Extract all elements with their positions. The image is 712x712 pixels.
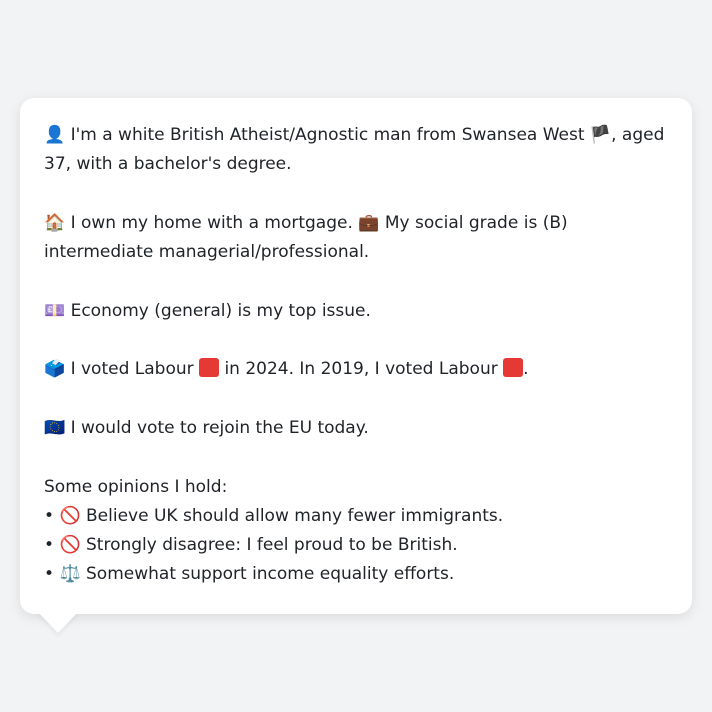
ballot-box-icon: 🗳️: [44, 359, 66, 380]
top-issue-text: Economy (general) is my top issue.: [70, 300, 371, 321]
eu-text: I would vote to rejoin the EU today.: [70, 417, 369, 438]
briefcase-icon: 💼: [358, 212, 380, 233]
identity-line: 👤 I'm a white British Atheist/Agnostic m…: [44, 121, 668, 180]
bubble-tail: [38, 612, 78, 633]
opinion-text: Strongly disagree: I feel proud to be Br…: [86, 535, 458, 556]
list-item: • 🚫 Believe UK should allow many fewer i…: [44, 502, 668, 531]
house-icon: 🏠: [44, 212, 66, 233]
identity-text: I'm a white British Atheist/Agnostic man…: [70, 125, 585, 145]
top-issue-line: 💷 Economy (general) is my top issue.: [44, 297, 668, 326]
scales-icon: ⚖️: [59, 564, 81, 585]
opinion-text: Somewhat support income equality efforts…: [86, 564, 455, 585]
vote-period: .: [523, 359, 529, 380]
labour-red-square-icon: [199, 358, 220, 378]
list-item: • ⚖️ Somewhat support income equality ef…: [44, 560, 668, 589]
vote-2019-text: in 2024. In 2019, I voted Labour: [224, 359, 498, 380]
person-icon: 👤: [44, 125, 66, 145]
housing-line: 🏠 I own my home with a mortgage. 💼 My so…: [44, 209, 668, 268]
list-item: • 🚫 Strongly disagree: I feel proud to b…: [44, 531, 668, 560]
labour-red-square-icon: [503, 358, 524, 378]
opinions-section: Some opinions I hold: • 🚫 Believe UK sho…: [44, 473, 668, 590]
wales-flag-icon: 🏴: [589, 125, 612, 145]
bullet: •: [44, 535, 55, 556]
vote-2024-text: I voted Labour: [70, 359, 194, 380]
bullet: •: [44, 564, 55, 585]
message-bubble: 👤 I'm a white British Atheist/Agnostic m…: [20, 98, 692, 614]
prohibited-icon: 🚫: [59, 535, 81, 556]
prohibited-icon: 🚫: [59, 505, 81, 526]
vote-history-line: 🗳️ I voted Labour in 2024. In 2019, I vo…: [44, 355, 668, 384]
housing-text: I own my home with a mortgage.: [70, 212, 353, 233]
money-icon: 💷: [44, 300, 66, 321]
eu-flag-icon: 🇪🇺: [44, 417, 66, 438]
bullet: •: [44, 505, 55, 526]
opinions-heading: Some opinions I hold:: [44, 476, 228, 497]
opinion-text: Believe UK should allow many fewer immig…: [86, 505, 504, 526]
eu-line: 🇪🇺 I would vote to rejoin the EU today.: [44, 414, 668, 443]
